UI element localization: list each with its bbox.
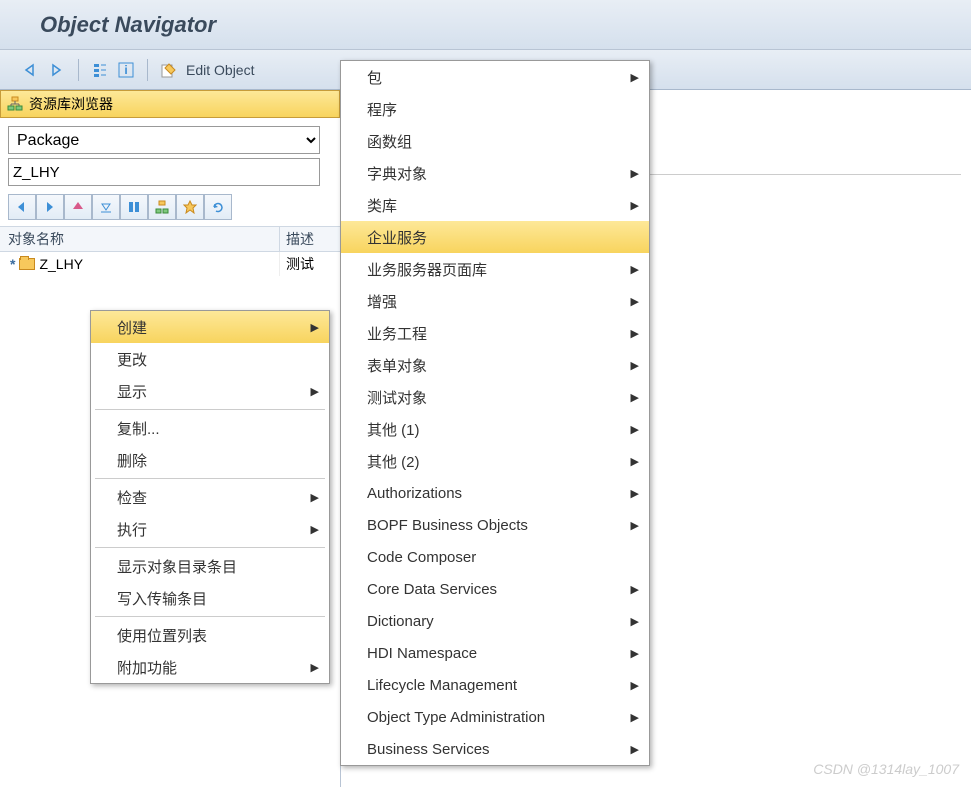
menu-separator: [95, 616, 325, 617]
menu-item[interactable]: 企业服务: [341, 221, 649, 253]
menu-item[interactable]: Object Type Administration▶: [341, 701, 649, 733]
refresh-icon[interactable]: [204, 194, 232, 220]
chevron-right-icon: ▶: [311, 523, 319, 536]
chevron-right-icon: ▶: [631, 199, 639, 212]
page-title: Object Navigator: [40, 12, 216, 38]
chevron-right-icon: ▶: [631, 359, 639, 372]
chevron-right-icon: ▶: [311, 491, 319, 504]
context-menu-create: 包▶程序函数组字典对象▶类库▶企业服务业务服务器页面库▶增强▶业务工程▶表单对象…: [340, 60, 650, 766]
menu-item[interactable]: 函数组: [341, 125, 649, 157]
next-icon[interactable]: [36, 194, 64, 220]
menu-item[interactable]: 执行▶: [91, 513, 329, 545]
mini-toolbar: [8, 194, 332, 220]
tree-header: 对象名称 描述: [0, 226, 340, 252]
favorite-icon[interactable]: [176, 194, 204, 220]
menu-item[interactable]: BOPF Business Objects▶: [341, 509, 649, 541]
menu-item[interactable]: 写入传输条目: [91, 582, 329, 614]
menu-item[interactable]: 程序: [341, 93, 649, 125]
chevron-right-icon: ▶: [631, 647, 639, 660]
forward-icon[interactable]: [46, 59, 68, 81]
menu-separator: [95, 409, 325, 410]
chevron-right-icon: ▶: [311, 385, 319, 398]
chevron-right-icon: ▶: [311, 661, 319, 674]
menu-item[interactable]: 检查▶: [91, 481, 329, 513]
repo-browser-label: 资源库浏览器: [29, 94, 113, 114]
hierarchy-icon[interactable]: [89, 59, 111, 81]
svg-text:i: i: [124, 63, 127, 77]
menu-item[interactable]: Code Composer: [341, 541, 649, 573]
edit-object-label[interactable]: Edit Object: [186, 62, 254, 78]
menu-item[interactable]: 显示▶: [91, 375, 329, 407]
menu-item[interactable]: 类库▶: [341, 189, 649, 221]
back-icon[interactable]: [20, 59, 42, 81]
menu-item[interactable]: 业务工程▶: [341, 317, 649, 349]
chevron-right-icon: ▶: [631, 71, 639, 84]
chevron-right-icon: ▶: [631, 519, 639, 532]
watermark: CSDN @1314lay_1007: [813, 761, 959, 777]
menu-item[interactable]: 业务服务器页面库▶: [341, 253, 649, 285]
menu-item[interactable]: 复制...: [91, 412, 329, 444]
menu-item[interactable]: 表单对象▶: [341, 349, 649, 381]
chevron-right-icon: ▶: [631, 327, 639, 340]
chevron-right-icon: ▶: [631, 487, 639, 500]
menu-item[interactable]: Core Data Services▶: [341, 573, 649, 605]
menu-item[interactable]: 增强▶: [341, 285, 649, 317]
prev-icon[interactable]: [8, 194, 36, 220]
tree-node-label: Z_LHY: [39, 256, 83, 272]
menu-item[interactable]: 测试对象▶: [341, 381, 649, 413]
menu-item[interactable]: 更改: [91, 343, 329, 375]
tree-node-desc: 测试: [280, 252, 340, 276]
tree-display-icon[interactable]: [148, 194, 176, 220]
menu-item[interactable]: 显示对象目录条目: [91, 550, 329, 582]
find-icon[interactable]: [120, 194, 148, 220]
chevron-right-icon: ▶: [631, 295, 639, 308]
menu-item[interactable]: 创建▶: [91, 311, 329, 343]
chevron-right-icon: ▶: [631, 167, 639, 180]
menu-item[interactable]: 其他 (1)▶: [341, 413, 649, 445]
menu-item[interactable]: 字典对象▶: [341, 157, 649, 189]
chevron-right-icon: ▶: [631, 583, 639, 596]
col-description: 描述: [280, 227, 340, 251]
separator: [78, 59, 79, 81]
chevron-right-icon: ▶: [631, 455, 639, 468]
chevron-right-icon: ▶: [311, 321, 319, 334]
repo-browser-header[interactable]: 资源库浏览器: [0, 90, 340, 118]
folder-icon: [19, 258, 35, 270]
tree-icon: [7, 96, 23, 112]
chevron-right-icon: ▶: [631, 423, 639, 436]
menu-separator: [95, 478, 325, 479]
title-bar: Object Navigator: [0, 0, 971, 50]
up-icon[interactable]: [64, 194, 92, 220]
menu-item[interactable]: Dictionary▶: [341, 605, 649, 637]
tree-row[interactable]: * Z_LHY 测试: [0, 252, 340, 276]
menu-item[interactable]: HDI Namespace▶: [341, 637, 649, 669]
edit-object-icon[interactable]: [158, 59, 180, 81]
menu-item[interactable]: 删除: [91, 444, 329, 476]
chevron-right-icon: ▶: [631, 711, 639, 724]
context-menu-main: 创建▶更改显示▶ 复制...删除检查▶执行▶ 显示对象目录条目写入传输条目使用位置列…: [90, 310, 330, 684]
separator: [147, 59, 148, 81]
chevron-right-icon: ▶: [631, 391, 639, 404]
chevron-right-icon: ▶: [631, 263, 639, 276]
menu-item[interactable]: Lifecycle Management▶: [341, 669, 649, 701]
collapse-all-icon[interactable]: [92, 194, 120, 220]
col-object-name: 对象名称: [0, 227, 280, 251]
menu-item[interactable]: 包▶: [341, 61, 649, 93]
menu-item[interactable]: Authorizations▶: [341, 477, 649, 509]
chevron-right-icon: ▶: [631, 743, 639, 756]
chevron-right-icon: ▶: [631, 615, 639, 628]
modified-indicator: *: [10, 256, 15, 272]
menu-separator: [95, 547, 325, 548]
menu-item[interactable]: 使用位置列表: [91, 619, 329, 651]
chevron-right-icon: ▶: [631, 679, 639, 692]
menu-item[interactable]: 附加功能▶: [91, 651, 329, 683]
info-icon[interactable]: i: [115, 59, 137, 81]
package-type-select[interactable]: Package: [8, 126, 320, 154]
menu-item[interactable]: 其他 (2)▶: [341, 445, 649, 477]
package-name-input[interactable]: [8, 158, 320, 186]
menu-item[interactable]: Business Services▶: [341, 733, 649, 765]
